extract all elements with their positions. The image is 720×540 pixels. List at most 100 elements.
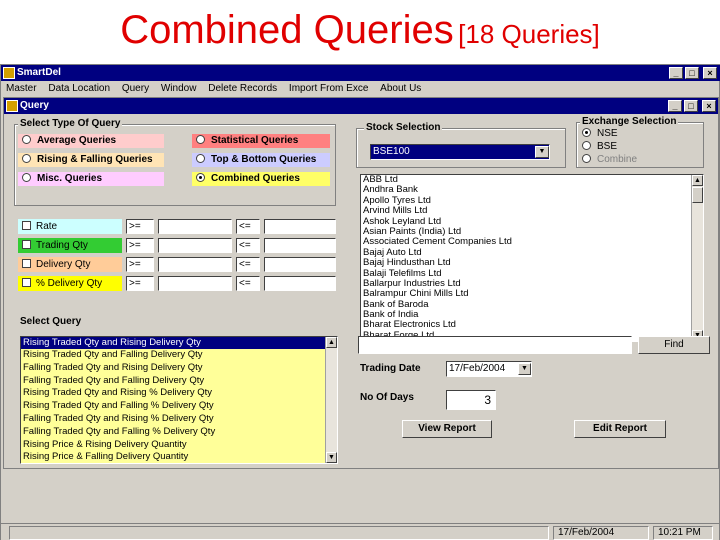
radio-combined-queries[interactable]: Combined Queries bbox=[192, 172, 330, 186]
radio-combine[interactable]: Combine bbox=[578, 153, 637, 167]
close-button[interactable]: × bbox=[703, 67, 717, 79]
radio-label: NSE bbox=[597, 128, 618, 139]
dropdown-arrow-icon[interactable]: ▼ bbox=[518, 363, 531, 375]
radio-circle[interactable] bbox=[22, 154, 31, 163]
rate-gte-operator[interactable]: >= bbox=[126, 219, 154, 234]
trading-qty-max-input[interactable] bbox=[264, 238, 336, 253]
radio-average-queries[interactable]: Average Queries bbox=[18, 134, 164, 148]
radio-circle[interactable] bbox=[582, 154, 591, 163]
status-bar: 17/Feb/2004 10:21 PM bbox=[1, 523, 719, 540]
criteria-delivery-qty[interactable]: Delivery Qty bbox=[18, 257, 122, 272]
query-type-label: Select Type Of Query bbox=[18, 118, 123, 129]
menu-window[interactable]: Window bbox=[161, 83, 197, 94]
stock-list-item[interactable]: Arvind Mills Ltd bbox=[361, 205, 703, 216]
query-list-item-selected[interactable]: Rising Traded Qty and Rising Delivery Qt… bbox=[21, 337, 337, 349]
query-list-item[interactable]: Rising Price & Rising Delivery Quantity bbox=[21, 439, 337, 452]
radio-top-bottom-queries[interactable]: Top & Bottom Queries bbox=[192, 153, 330, 167]
query-list-item[interactable]: Rising Price & Falling Delivery Quantity bbox=[21, 451, 337, 463]
delivery-qty-max-input[interactable] bbox=[264, 257, 336, 272]
radio-circle[interactable] bbox=[196, 135, 205, 144]
select-query-list[interactable]: Rising Traded Qty and Rising Delivery Qt… bbox=[20, 336, 338, 464]
pct-delivery-gte-operator[interactable]: >= bbox=[126, 276, 154, 291]
menu-about[interactable]: About Us bbox=[380, 83, 421, 94]
query-list-item[interactable]: Falling Traded Qty and Falling % Deliver… bbox=[21, 426, 337, 439]
radio-circle[interactable] bbox=[22, 173, 31, 182]
query-list-item[interactable]: Falling Traded Qty and Rising % Delivery… bbox=[21, 413, 337, 426]
radio-circle[interactable] bbox=[196, 154, 205, 163]
criteria-trading-qty[interactable]: Trading Qty bbox=[18, 238, 122, 253]
radio-circle[interactable] bbox=[22, 135, 31, 144]
find-input[interactable] bbox=[358, 336, 632, 354]
find-button[interactable]: Find bbox=[638, 336, 710, 354]
radio-bse[interactable]: BSE bbox=[578, 140, 617, 154]
radio-rising-falling-queries[interactable]: Rising & Falling Queries bbox=[18, 153, 164, 167]
query-list-item[interactable]: Falling Traded Qty and Falling Delivery … bbox=[21, 375, 337, 388]
radio-nse[interactable]: NSE bbox=[578, 127, 618, 141]
menu-master[interactable]: Master bbox=[6, 83, 37, 94]
delivery-qty-min-input[interactable] bbox=[158, 257, 232, 272]
checkbox[interactable] bbox=[22, 240, 31, 249]
query-list-item[interactable]: Rising Traded Qty and Falling % Delivery… bbox=[21, 400, 337, 413]
criteria-pct-delivery-qty[interactable]: % Delivery Qty bbox=[18, 276, 122, 291]
query-list-item[interactable]: Rising Traded Qty and Rising % Delivery … bbox=[21, 387, 337, 400]
query-window: Query _ □ × Select Type Of Query Average… bbox=[3, 97, 719, 469]
trading-qty-gte-operator[interactable]: >= bbox=[126, 238, 154, 253]
trading-qty-lte-operator[interactable]: <= bbox=[236, 238, 260, 253]
query-window-icon bbox=[6, 100, 18, 112]
radio-statistical-queries[interactable]: Statistical Queries bbox=[192, 134, 330, 148]
scroll-up-icon[interactable]: ▲ bbox=[326, 337, 337, 348]
menu-data-location[interactable]: Data Location bbox=[48, 83, 110, 94]
radio-circle[interactable] bbox=[582, 141, 591, 150]
query-list-scrollbar[interactable]: ▲ ▼ bbox=[325, 337, 337, 463]
scroll-up-icon[interactable]: ▲ bbox=[692, 175, 703, 186]
dropdown-arrow-icon[interactable]: ▼ bbox=[535, 146, 549, 158]
app-title: SmartDel bbox=[17, 67, 61, 78]
menu-query[interactable]: Query bbox=[122, 83, 149, 94]
checkbox[interactable] bbox=[22, 278, 31, 287]
stock-list[interactable]: ABB Ltd Andhra Bank Apollo Tyres Ltd Arv… bbox=[360, 174, 704, 342]
query-maximize-button[interactable]: □ bbox=[684, 100, 698, 112]
checkbox[interactable] bbox=[22, 221, 31, 230]
rate-max-input[interactable] bbox=[264, 219, 336, 234]
trading-date-value: 17/Feb/2004 bbox=[449, 363, 506, 374]
checkbox[interactable] bbox=[22, 259, 31, 268]
menu-import[interactable]: Import From Exce bbox=[289, 83, 368, 94]
menu-delete-records[interactable]: Delete Records bbox=[208, 83, 277, 94]
stock-list-scrollbar[interactable]: ▲ ▼ bbox=[691, 175, 703, 341]
edit-report-button[interactable]: Edit Report bbox=[574, 420, 666, 438]
criteria-label: Rate bbox=[36, 221, 58, 232]
query-list-item[interactable]: Rising Traded Qty and Falling Delivery Q… bbox=[21, 349, 337, 362]
slide-title-main: Combined Queries bbox=[120, 8, 454, 52]
query-minimize-button[interactable]: _ bbox=[668, 100, 682, 112]
scroll-thumb[interactable] bbox=[692, 187, 703, 203]
stock-selection-label: Stock Selection bbox=[364, 122, 443, 133]
trading-qty-min-input[interactable] bbox=[158, 238, 232, 253]
maximize-button[interactable]: □ bbox=[685, 67, 699, 79]
view-report-button[interactable]: View Report bbox=[402, 420, 492, 438]
minimize-button[interactable]: _ bbox=[669, 67, 683, 79]
status-panel bbox=[9, 526, 549, 540]
no-of-days-label: No Of Days bbox=[360, 392, 414, 403]
pct-delivery-min-input[interactable] bbox=[158, 276, 232, 291]
criteria-label: Delivery Qty bbox=[36, 259, 91, 270]
index-select[interactable]: BSE100 ▼ bbox=[370, 144, 550, 160]
pct-delivery-lte-operator[interactable]: <= bbox=[236, 276, 260, 291]
delivery-qty-lte-operator[interactable]: <= bbox=[236, 257, 260, 272]
query-close-button[interactable]: × bbox=[702, 100, 716, 112]
radio-misc-queries[interactable]: Misc. Queries bbox=[18, 172, 164, 186]
slide-title-sub: [18 Queries] bbox=[458, 19, 600, 49]
stock-list-item[interactable]: Bajaj Hindusthan Ltd bbox=[361, 257, 703, 268]
status-date: 17/Feb/2004 bbox=[553, 526, 649, 540]
query-list-item[interactable]: Falling Traded Qty and Rising Delivery Q… bbox=[21, 362, 337, 375]
radio-circle-selected[interactable] bbox=[582, 128, 591, 137]
index-select-value: BSE100 bbox=[373, 146, 410, 157]
rate-lte-operator[interactable]: <= bbox=[236, 219, 260, 234]
delivery-qty-gte-operator[interactable]: >= bbox=[126, 257, 154, 272]
trading-date-picker[interactable]: 17/Feb/2004 ▼ bbox=[446, 361, 532, 377]
radio-circle-selected[interactable] bbox=[196, 173, 205, 182]
scroll-down-icon[interactable]: ▼ bbox=[326, 452, 337, 463]
pct-delivery-max-input[interactable] bbox=[264, 276, 336, 291]
criteria-rate[interactable]: Rate bbox=[18, 219, 122, 234]
rate-min-input[interactable] bbox=[158, 219, 232, 234]
no-of-days-input[interactable]: 3 bbox=[446, 390, 496, 410]
